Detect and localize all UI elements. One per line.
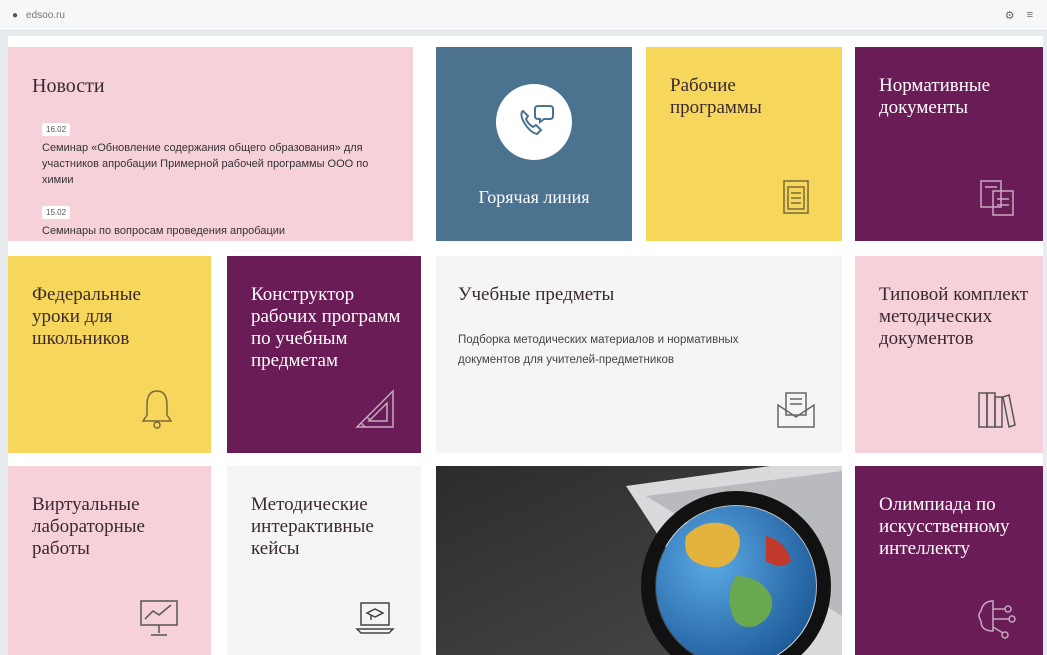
news-text: Семинары по вопросам проведения апробаци… <box>42 225 286 237</box>
method-cases-tile[interactable]: Методические интерактивные кейсы <box>227 466 421 655</box>
presentation-chart-icon <box>135 593 183 641</box>
hotline-label: Горячая линия <box>478 187 590 207</box>
books-icon <box>973 385 1021 433</box>
news-tile[interactable]: Новости 16.02 Семинар «Обновление содерж… <box>8 47 413 241</box>
constructor-tile[interactable]: Конструктор рабочих программ по учебным … <box>227 256 421 453</box>
normative-docs-title: Нормативные документы <box>879 75 991 118</box>
lock-icon: ● <box>12 9 19 21</box>
news-date: 16.02 <box>42 123 71 136</box>
document-icon <box>772 173 820 221</box>
documents-icon <box>973 173 1021 221</box>
olympiad-title: Олимпиада по искусственному интеллекту <box>879 494 1010 559</box>
laptop-graduation-icon <box>351 593 399 641</box>
federal-lessons-tile[interactable]: Федеральные уроки для школьников <box>8 256 211 453</box>
ruler-triangle-icon <box>351 385 399 433</box>
federal-lessons-title: Федеральные уроки для школьников <box>32 284 141 349</box>
news-item[interactable]: 16.02 Семинар «Обновление содержания общ… <box>42 119 382 188</box>
news-item[interactable]: 15.02 Семинары по вопросам проведения ап… <box>42 202 382 239</box>
constructor-title: Конструктор рабочих программ по учебным … <box>251 284 401 371</box>
tile-grid: Новости 16.02 Семинар «Обновление содерж… <box>8 36 1043 655</box>
work-programs-title: Рабочие программы <box>670 75 762 118</box>
extension-icon[interactable]: ⚙ <box>1005 9 1015 22</box>
virtual-labs-title: Виртуальные лабораторные работы <box>32 494 145 559</box>
normative-docs-tile[interactable]: Нормативные документы <box>855 47 1043 241</box>
globe-laptop-photo <box>436 466 842 655</box>
browser-address-bar: ● edsoo.ru ⚙ ≡ <box>0 0 1047 31</box>
method-cases-title: Методические интерактивные кейсы <box>251 494 374 559</box>
envelope-document-icon <box>772 385 820 433</box>
olympiad-tile[interactable]: Олимпиада по искусственному интеллекту <box>855 466 1043 655</box>
typical-set-title: Типовой комплект методических документов <box>879 284 1029 349</box>
menu-icon[interactable]: ≡ <box>1027 9 1033 21</box>
virtual-labs-tile[interactable]: Виртуальные лабораторные работы <box>8 466 211 655</box>
subjects-title: Учебные предметы <box>458 284 615 305</box>
news-text: Семинар «Обновление содержания общего об… <box>42 142 369 186</box>
typical-set-tile[interactable]: Типовой комплект методических документов <box>855 256 1043 453</box>
phone-chat-icon <box>496 84 572 160</box>
subjects-description: Подборка методических материалов и норма… <box>458 334 739 366</box>
url-text[interactable]: edsoo.ru <box>26 10 65 21</box>
globe-laptop-image <box>436 466 842 655</box>
news-title: Новости <box>32 75 105 97</box>
hotline-tile[interactable]: Горячая линия <box>436 47 632 241</box>
subjects-tile[interactable]: Учебные предметы Подборка методических м… <box>436 256 842 453</box>
news-date: 15.02 <box>42 206 71 219</box>
bell-icon <box>133 385 181 433</box>
work-programs-tile[interactable]: Рабочие программы <box>646 47 842 241</box>
ai-brain-icon <box>973 593 1021 641</box>
